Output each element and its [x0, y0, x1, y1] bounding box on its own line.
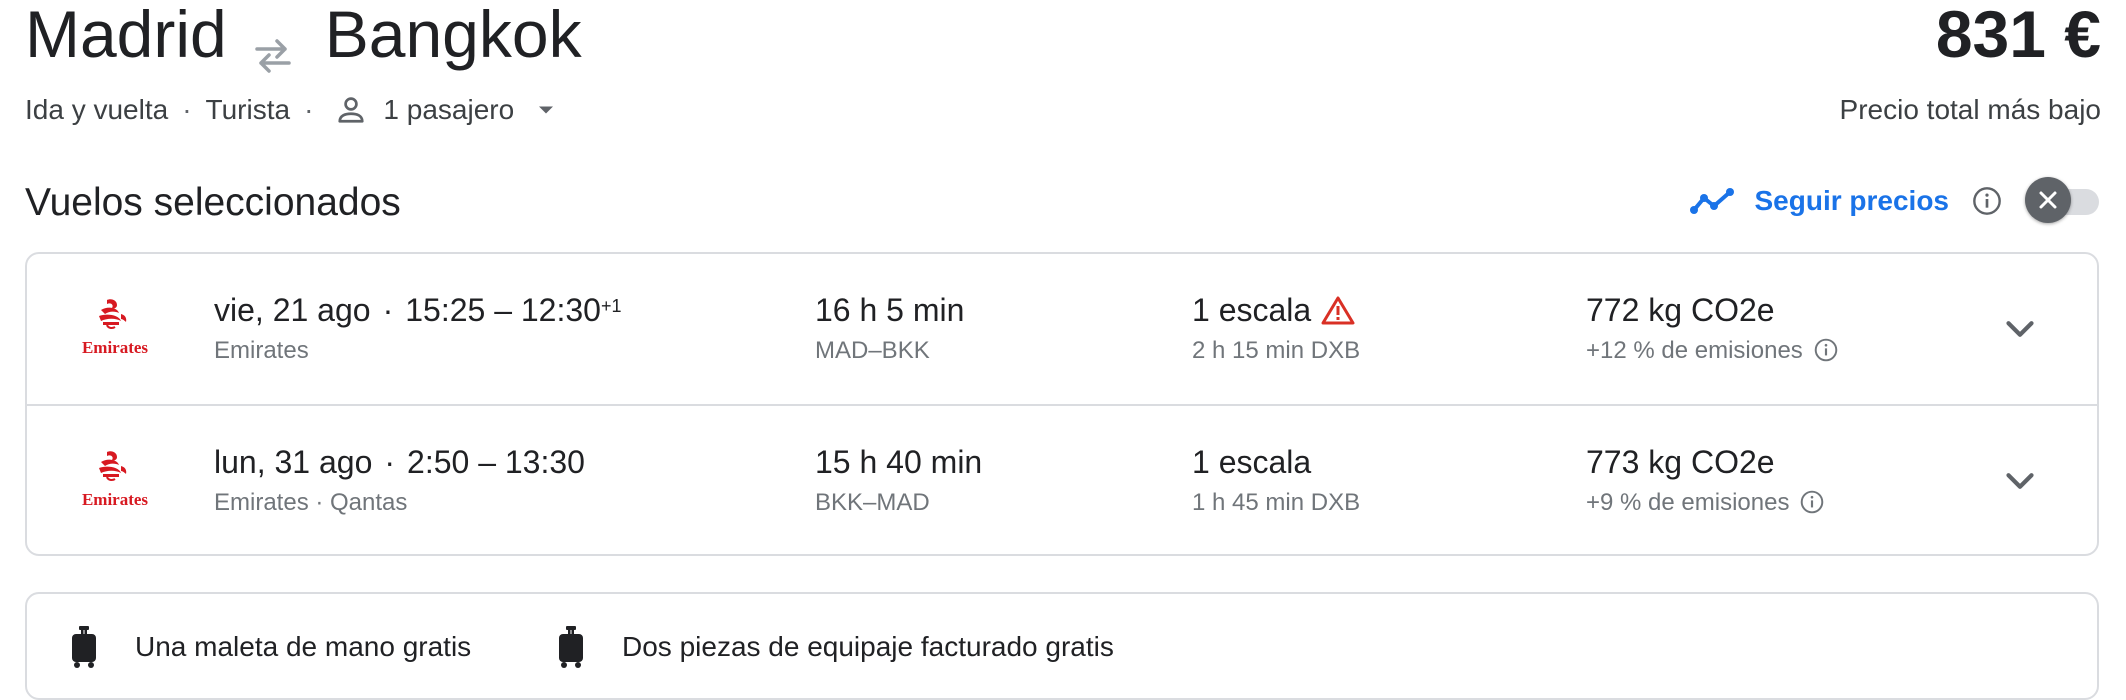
info-icon[interactable] — [1971, 185, 2003, 217]
day-offset: +1 — [600, 296, 622, 316]
expand-chevron-icon[interactable] — [1997, 458, 2043, 504]
layover-info: 2 h 15 min DXB — [1192, 337, 1361, 364]
flight-date: lun, 31 ago — [214, 444, 373, 480]
stops-count: 1 escala — [1192, 292, 1312, 328]
emirates-logo: Emirates — [77, 448, 153, 512]
stops-count: 1 escala — [1192, 444, 1312, 480]
flight-date: vie, 21 ago — [214, 292, 371, 328]
route-codes: MAD–BKK — [815, 337, 930, 364]
emirates-logo: Emirates — [77, 296, 153, 360]
expand-chevron-icon[interactable] — [1997, 306, 2043, 352]
passenger-count[interactable]: 1 pasajero — [383, 94, 514, 126]
dropdown-caret-icon[interactable] — [532, 96, 560, 124]
emissions-value: 773 kg CO2e — [1586, 444, 1775, 480]
svg-text:Emirates: Emirates — [82, 338, 148, 357]
flight-duration: 15 h 40 min BKK–MAD — [815, 442, 982, 518]
separator-dot: · — [182, 94, 192, 125]
flight-row-return[interactable]: Emirates lun, 31 ago · 2:50 – 13:30 Emirat… — [27, 406, 2097, 554]
checked-bag-item: Dos piezas de equipaje facturado gratis — [556, 624, 1114, 670]
trend-line-icon — [1690, 186, 1736, 216]
separator-dot: · — [304, 94, 314, 125]
selected-flights-card: Emirates vie, 21 ago · 15:25 – 12:30+1 Emi… — [25, 252, 2099, 556]
baggage-info-card: Una maleta de mano gratis Dos piezas de … — [25, 592, 2099, 700]
flight-summary-page: Madrid Bangkok 831 € Ida y vuelta · Turi… — [25, 0, 2101, 700]
duration-value: 16 h 5 min — [815, 292, 965, 328]
total-price: 831 € — [1935, 0, 2101, 71]
person-icon — [333, 92, 369, 128]
cabin-class: Turista — [205, 94, 291, 125]
checked-bag-icon — [559, 626, 583, 668]
price-tracking: Seguir precios — [1690, 176, 2101, 226]
airline-names: Emirates · Qantas — [214, 489, 408, 516]
toggle-knob — [2025, 177, 2071, 223]
carry-on-bag-icon — [72, 626, 96, 668]
flight-row-outbound[interactable]: Emirates vie, 21 ago · 15:25 – 12:30+1 Emi… — [27, 254, 2097, 404]
section-title: Vuelos seleccionados — [25, 181, 401, 224]
carry-on-label: Una maleta de mano gratis — [135, 631, 472, 662]
checked-bag-label: Dos piezas de equipaje facturado gratis — [622, 631, 1114, 662]
swap-arrows-icon — [251, 14, 295, 73]
emissions-value: 772 kg CO2e — [1586, 292, 1775, 328]
info-icon[interactable] — [1813, 337, 1839, 363]
route-title: Madrid Bangkok — [25, 0, 582, 73]
flight-emissions: 772 kg CO2e +12 % de emisiones — [1586, 290, 1839, 366]
flight-duration: 16 h 5 min MAD–BKK — [815, 290, 964, 366]
track-prices-label[interactable]: Seguir precios — [1754, 185, 1949, 217]
emissions-delta: +9 % de emisiones — [1586, 489, 1790, 516]
carry-on-bag-item: Una maleta de mano gratis — [69, 624, 471, 670]
flight-stops: 1 escala 1 h 45 min DXB — [1192, 442, 1360, 518]
trip-details: Ida y vuelta · Turista · 1 pasajero — [25, 92, 560, 128]
duration-value: 15 h 40 min — [815, 444, 983, 480]
departure-arrival-times: 15:25 – 12:30 — [405, 292, 601, 328]
airline-name: Emirates — [214, 337, 309, 364]
track-prices-toggle[interactable] — [2025, 177, 2101, 225]
flight-emissions: 773 kg CO2e +9 % de emisiones — [1586, 442, 1825, 518]
departure-arrival-times: 2:50 – 13:30 — [407, 444, 585, 480]
info-icon[interactable] — [1799, 489, 1825, 515]
destination-city: Bangkok — [324, 0, 582, 71]
origin-city: Madrid — [25, 0, 227, 71]
flight-stops: 1 escala 2 h 15 min DXB — [1192, 290, 1360, 366]
flight-times: vie, 21 ago · 15:25 – 12:30+1 Emirates — [214, 290, 621, 366]
separator-dot: · — [384, 444, 396, 480]
separator-dot: · — [382, 292, 394, 328]
route-codes: BKK–MAD — [815, 489, 930, 516]
emissions-delta: +12 % de emisiones — [1586, 337, 1803, 364]
warning-icon — [1321, 296, 1355, 325]
layover-info: 1 h 45 min DXB — [1192, 489, 1361, 516]
svg-text:Emirates: Emirates — [82, 490, 148, 509]
trip-type: Ida y vuelta — [25, 94, 169, 125]
close-icon — [2039, 191, 2057, 209]
price-label: Precio total más bajo — [1839, 94, 2101, 125]
flight-times: lun, 31 ago · 2:50 – 13:30 Emirates · Qant… — [214, 442, 585, 518]
